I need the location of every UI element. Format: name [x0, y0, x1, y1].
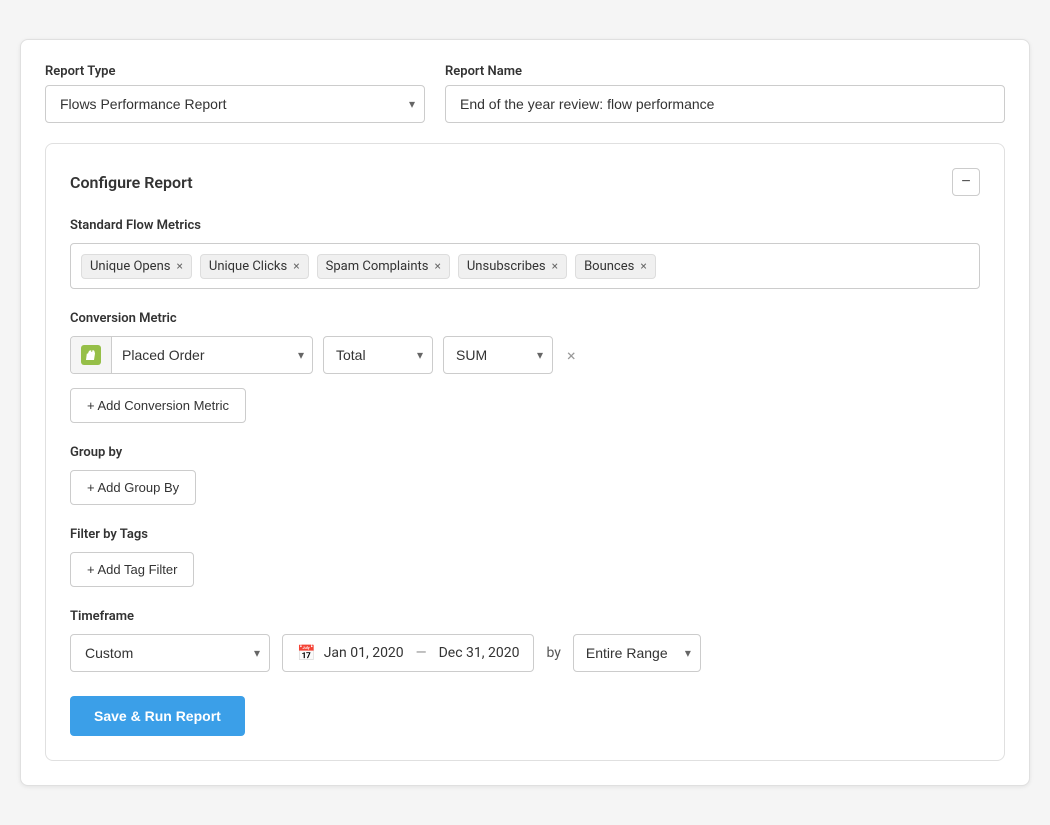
date-start: Jan 01, 2020	[324, 645, 404, 661]
filter-by-tags-section: Filter by Tags + Add Tag Filter	[70, 527, 980, 587]
configure-card: Configure Report − Standard Flow Metrics…	[45, 143, 1005, 761]
tag-unique-clicks-label: Unique Clicks	[209, 259, 287, 274]
date-dash: —	[416, 645, 427, 661]
timeframe-select-wrapper[interactable]: Custom ▾	[70, 634, 270, 672]
tag-spam-complaints-label: Spam Complaints	[326, 259, 429, 274]
group-by-label: Group by	[70, 445, 980, 460]
timeframe-row: Custom ▾ 📅 Jan 01, 2020 — Dec 31, 2020 b…	[70, 634, 980, 672]
report-type-label: Report Type	[45, 64, 425, 79]
tag-bounces-label: Bounces	[584, 259, 634, 274]
report-name-group: Report Name	[445, 64, 1005, 123]
report-type-group: Report Type Flows Performance Report ▾	[45, 64, 425, 123]
page-container: Report Type Flows Performance Report ▾ R…	[20, 39, 1030, 786]
date-range-picker[interactable]: 📅 Jan 01, 2020 — Dec 31, 2020	[282, 634, 534, 672]
shopify-icon-box	[71, 337, 112, 373]
configure-header: Configure Report −	[70, 168, 980, 196]
entire-range-select[interactable]: Entire Range	[573, 634, 701, 672]
standard-flow-metrics-label: Standard Flow Metrics	[70, 218, 980, 233]
timeframe-section: Timeframe Custom ▾ 📅 Jan 01, 2020 — Dec …	[70, 609, 980, 672]
tag-spam-complaints: Spam Complaints ×	[317, 254, 450, 279]
tag-bounces-close[interactable]: ×	[640, 260, 646, 272]
total-select[interactable]: Total	[323, 336, 433, 374]
add-group-by-button[interactable]: + Add Group By	[70, 470, 196, 505]
collapse-button[interactable]: −	[952, 168, 980, 196]
save-run-button[interactable]: Save & Run Report	[70, 696, 245, 736]
calendar-icon: 📅	[297, 644, 316, 662]
report-type-select[interactable]: Flows Performance Report	[45, 85, 425, 123]
conversion-metric-close[interactable]: ×	[567, 346, 576, 365]
tag-spam-complaints-close[interactable]: ×	[434, 260, 440, 272]
tag-unsubscribes-close[interactable]: ×	[552, 260, 558, 272]
add-tag-filter-button[interactable]: + Add Tag Filter	[70, 552, 194, 587]
standard-flow-metrics-section: Standard Flow Metrics Unique Opens × Uni…	[70, 218, 980, 289]
total-select-wrapper[interactable]: Total ▾	[323, 336, 433, 374]
tag-unsubscribes: Unsubscribes ×	[458, 254, 567, 279]
timeframe-label: Timeframe	[70, 609, 980, 624]
tag-bounces: Bounces ×	[575, 254, 656, 279]
report-type-select-wrapper[interactable]: Flows Performance Report ▾	[45, 85, 425, 123]
tag-unique-clicks-close[interactable]: ×	[293, 260, 299, 272]
filter-by-tags-label: Filter by Tags	[70, 527, 980, 542]
report-name-input[interactable]	[445, 85, 1005, 123]
conversion-metric-label: Conversion Metric	[70, 311, 980, 326]
tag-unique-opens-label: Unique Opens	[90, 259, 170, 274]
tag-unsubscribes-label: Unsubscribes	[467, 259, 546, 274]
placed-order-select-wrapper[interactable]: Placed Order ▾	[70, 336, 313, 374]
report-name-label: Report Name	[445, 64, 1005, 79]
date-end: Dec 31, 2020	[439, 645, 520, 661]
tag-unique-opens: Unique Opens ×	[81, 254, 192, 279]
conversion-row: Placed Order ▾ Total ▾ SUM ▾	[70, 336, 980, 374]
configure-title: Configure Report	[70, 173, 193, 192]
entire-range-select-wrapper[interactable]: Entire Range ▾	[573, 634, 701, 672]
sum-select[interactable]: SUM	[443, 336, 553, 374]
group-by-section: Group by + Add Group By	[70, 445, 980, 505]
tags-area: Unique Opens × Unique Clicks × Spam Comp…	[70, 243, 980, 289]
add-conversion-metric-button[interactable]: + Add Conversion Metric	[70, 388, 246, 423]
shopify-icon	[81, 345, 101, 365]
by-label: by	[546, 645, 560, 661]
tag-unique-clicks: Unique Clicks ×	[200, 254, 309, 279]
conversion-metric-section: Conversion Metric Placed Order	[70, 311, 980, 423]
timeframe-select[interactable]: Custom	[70, 634, 270, 672]
placed-order-select[interactable]: Placed Order	[112, 337, 312, 373]
top-row: Report Type Flows Performance Report ▾ R…	[45, 64, 1005, 123]
sum-select-wrapper[interactable]: SUM ▾	[443, 336, 553, 374]
tag-unique-opens-close[interactable]: ×	[176, 260, 182, 272]
